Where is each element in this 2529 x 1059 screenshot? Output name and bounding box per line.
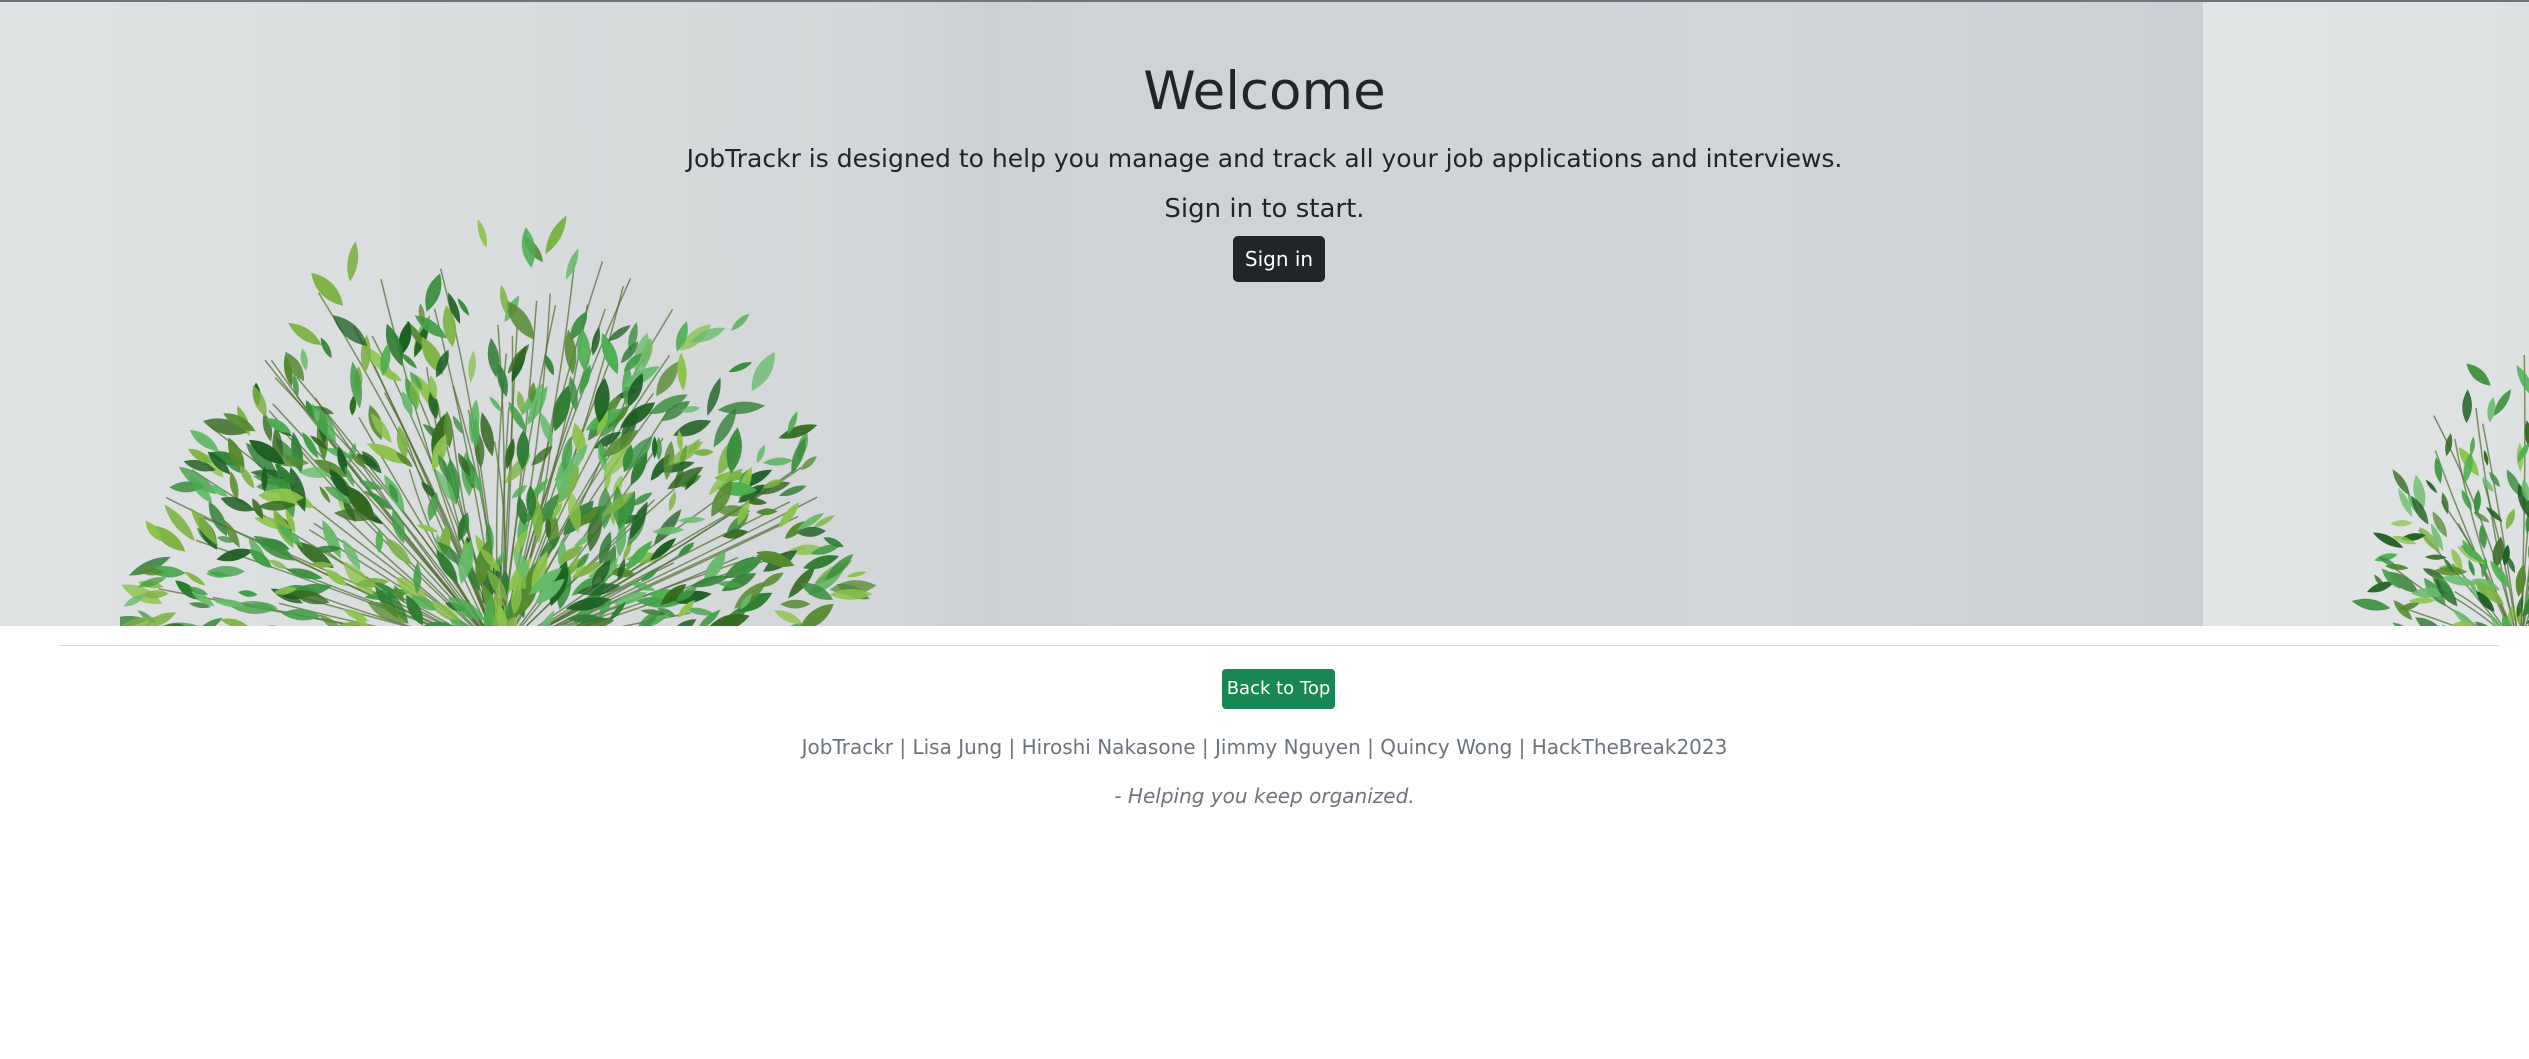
plant-right-image bbox=[2351, 355, 2529, 626]
sign-in-button[interactable]: Sign in bbox=[1233, 236, 1325, 282]
footer-credits: JobTrackr | Lisa Jung | Hiroshi Nakasone… bbox=[801, 735, 1728, 759]
footer-divider bbox=[59, 645, 2499, 646]
hero-description: JobTrackr is designed to help you manage… bbox=[686, 144, 1843, 173]
page-title: Welcome bbox=[1143, 61, 1386, 122]
hero-call-to-action: Sign in to start. bbox=[1164, 194, 1365, 224]
plant-left-image bbox=[120, 215, 877, 626]
hero-section: Welcome JobTrackr is designed to help yo… bbox=[0, 2, 2529, 626]
back-to-top-button[interactable]: Back to Top bbox=[1222, 669, 1335, 709]
footer-tagline: - Helping you keep organized. bbox=[1114, 784, 1415, 808]
